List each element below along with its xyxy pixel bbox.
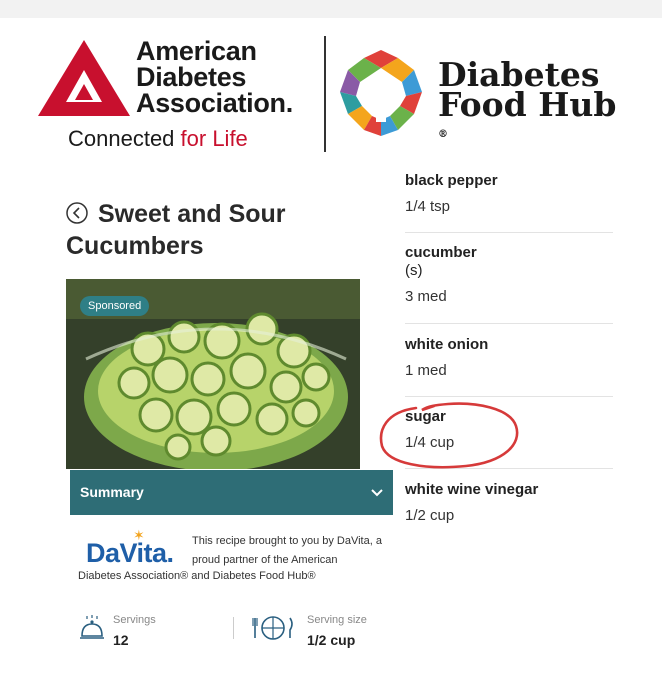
serving-size-label: Serving size: [307, 614, 367, 626]
plate-utensils-icon: [252, 616, 293, 640]
top-bar: [0, 0, 662, 18]
logo-divider: [324, 36, 326, 152]
ingredient-item: white onion 1 med: [405, 336, 613, 379]
chevron-down-icon: [371, 489, 383, 497]
ada-logo: American Diabetes Association. Connected…: [38, 36, 318, 158]
recipe-title: Sweet and Sour Cucumbers: [66, 200, 286, 260]
servings-divider: [233, 617, 234, 639]
ingredient-amount: 3 med: [405, 288, 447, 305]
ingredient-divider: [405, 232, 613, 233]
ingredient-divider: [405, 396, 613, 397]
davita-star-icon: ✶: [133, 527, 145, 543]
ingredient-amount: 1 med: [405, 362, 447, 379]
food-hub-mark-icon: [340, 50, 422, 136]
ada-triangle-icon: [38, 40, 130, 116]
sponsored-badge: Sponsored: [80, 296, 150, 316]
davita-logo: DaVita.: [86, 538, 174, 568]
ingredient-item: cucumber (s) 3 med: [405, 244, 613, 305]
sponsor-text-cont: Diabetes Association® and Diabetes Food …: [78, 570, 316, 582]
summary-toggle[interactable]: Summary: [70, 470, 393, 515]
servings-value: 12: [113, 632, 129, 648]
ingredient-item: black pepper 1/4 tsp: [405, 172, 613, 215]
servings-label: Servings: [113, 614, 156, 626]
annotation-circle: [379, 402, 519, 469]
ingredient-name: white wine vinegar: [405, 481, 539, 498]
ingredient-amount: 1/2 cup: [405, 507, 455, 524]
ingredient-name: white onion: [405, 336, 489, 353]
summary-label: Summary: [80, 484, 144, 500]
ingredient-amount: 1/4 tsp: [405, 198, 451, 215]
food-hub-name: Diabetes Food Hub ®: [438, 55, 617, 140]
ingredient-name: cucumber: [405, 244, 477, 261]
ingredient-unit: (s): [405, 262, 423, 279]
serving-size-value: 1/2 cup: [307, 632, 356, 648]
ada-tagline: Connected for Life: [68, 126, 248, 151]
ingredient-name: black pepper: [405, 172, 498, 189]
sponsor-text: This recipe brought to you by DaVita, a …: [192, 535, 382, 566]
serving-cloche-icon: [80, 615, 104, 639]
ingredient-divider: [405, 323, 613, 324]
ingredient-item: white wine vinegar 1/2 cup: [405, 481, 613, 524]
ada-name: American Diabetes Association.: [136, 36, 293, 118]
